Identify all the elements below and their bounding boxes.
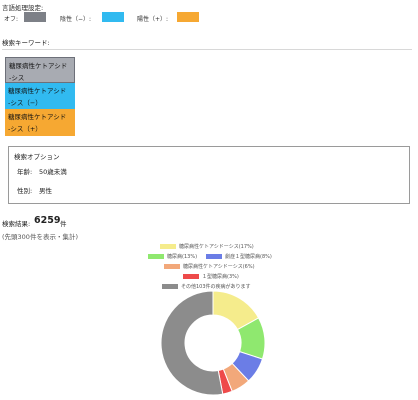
legend-swatch — [206, 254, 222, 259]
keywords-title: 検索キーワード: — [2, 39, 50, 47]
results-label: 検索結果: — [2, 220, 31, 228]
keyword-chip-negative[interactable]: 糖尿病性ケトアシド -シス（−） — [5, 83, 75, 109]
disease-donut-chart — [160, 290, 266, 396]
results-unit: 件 — [60, 220, 67, 228]
off-color-swatch — [24, 12, 46, 22]
legend-swatch — [148, 254, 164, 259]
search-options-panel: 検索オプション 年齢: 50歳未満 性別: 男性 — [8, 146, 410, 204]
search-options-title: 検索オプション — [14, 153, 60, 161]
donut-slice — [160, 290, 224, 396]
chart-legend-item: １型糖尿病(3%) — [183, 273, 239, 280]
chart-legend-item: 糖尿病性ケトアシドーシス(6%) — [164, 263, 255, 270]
sex-option: 性別: 男性 — [17, 185, 52, 195]
off-legend-label: オフ: — [4, 16, 19, 23]
legend-label: 糖尿病性ケトアシドーシス(6%) — [183, 264, 255, 270]
legend-label: 劇症１型糖尿病(8%) — [225, 254, 272, 260]
legend-swatch — [160, 244, 176, 249]
keyword-chip-off[interactable]: 糖尿病性ケトアシド -シス — [5, 57, 75, 83]
negative-legend-label: 陰性（−）: — [60, 16, 92, 23]
keyword-chip-positive[interactable]: 糖尿病性ケトアシド -シス（+） — [5, 109, 75, 136]
chart-legend-item: 糖尿病性ケトアシドーシス(17%) — [160, 243, 254, 250]
legend-swatch — [183, 274, 199, 279]
age-value: 50歳未満 — [39, 168, 67, 176]
positive-color-swatch — [177, 12, 199, 22]
age-label: 年齢: — [17, 168, 33, 176]
positive-legend-label: 陽性（+）: — [137, 16, 169, 23]
language-legend: オフ: 陰性（−）: 陽性（+）: — [2, 12, 232, 24]
legend-label: １型糖尿病(3%) — [202, 274, 239, 280]
chart-legend-item: 糖尿病(13%) — [148, 253, 197, 260]
sex-label: 性別: — [17, 187, 33, 195]
legend-label: 糖尿病性ケトアシドーシス(17%) — [179, 244, 254, 250]
age-option: 年齢: 50歳未満 — [17, 166, 67, 176]
divider — [2, 49, 412, 50]
legend-label: 糖尿病(13%) — [167, 254, 198, 260]
language-settings-title: 言語処理設定: — [2, 4, 44, 12]
sex-value: 男性 — [39, 187, 52, 195]
results-note: (先頭300件を表示・集計) — [2, 233, 78, 241]
results-count: 6259 — [34, 215, 61, 226]
chart-legend-item: 劇症１型糖尿病(8%) — [206, 253, 272, 260]
negative-color-swatch — [102, 12, 124, 22]
legend-swatch — [164, 264, 180, 269]
